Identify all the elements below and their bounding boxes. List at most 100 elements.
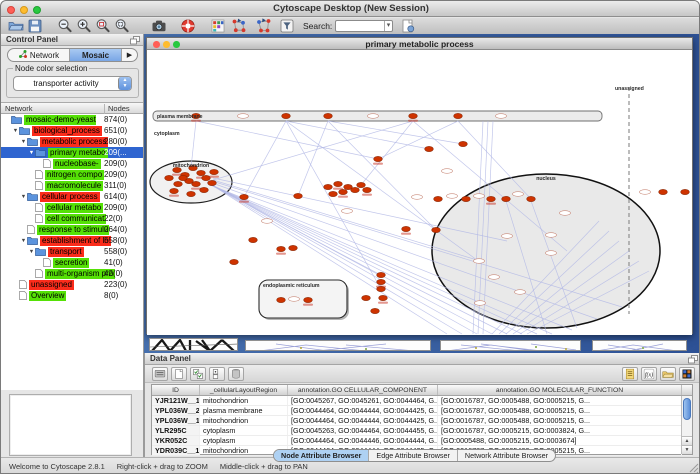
table-cell[interactable]: YPL036W__2 xyxy=(152,406,200,415)
help-icon[interactable] xyxy=(179,19,196,34)
network-view-titlebar[interactable]: primary metabolic process xyxy=(147,38,692,50)
scrollbar-thumb[interactable] xyxy=(683,398,691,420)
tree-row[interactable]: mosaic-demo-yeast874(0) xyxy=(1,114,143,125)
network-graph[interactable]: plasma membranecytoplasmmitochondrionnuc… xyxy=(147,51,692,335)
network-node[interactable] xyxy=(502,196,511,201)
network-node[interactable] xyxy=(377,286,386,291)
network-node[interactable] xyxy=(454,113,463,118)
attribute-matrix-icon[interactable] xyxy=(679,367,695,381)
tree-row[interactable]: unassigned223(0) xyxy=(1,279,143,290)
table-cell[interactable]: [GO:0045267, GO:0045261, GO:0044464, G..… xyxy=(288,396,438,405)
table-cell[interactable]: [GO:0044464, GO:0044444, GO:0044425, G..… xyxy=(288,416,438,425)
delete-attribute-icon[interactable] xyxy=(228,367,244,381)
network-node[interactable] xyxy=(371,308,380,313)
network-node[interactable] xyxy=(659,189,668,194)
network-node-small[interactable] xyxy=(289,297,300,302)
zoom-in-icon[interactable] xyxy=(75,19,92,34)
background-window-2[interactable] xyxy=(245,340,431,351)
network-edge[interactable] xyxy=(328,121,463,144)
network-node[interactable] xyxy=(277,246,286,251)
tree-column-network[interactable]: Network xyxy=(5,104,33,113)
tree-row[interactable]: cell communicat22(0) xyxy=(1,213,143,224)
network-canvas[interactable]: plasma membranecytoplasmmitochondrionnuc… xyxy=(147,51,692,335)
network-edge[interactable] xyxy=(378,121,458,159)
import-attributes-icon[interactable] xyxy=(660,367,676,381)
table-row[interactable]: YPL036W__1mitochondrion[GO:0044464, GO:0… xyxy=(152,416,692,426)
scroll-down-icon[interactable]: ▼ xyxy=(682,445,692,454)
network-node[interactable] xyxy=(230,259,239,264)
network-node[interactable] xyxy=(208,180,217,185)
network-node-small[interactable] xyxy=(474,259,485,264)
network-node[interactable] xyxy=(324,113,333,118)
expand-arrow-icon[interactable]: ▼ xyxy=(20,139,27,145)
tree-row[interactable]: ▼transport558(0) xyxy=(1,246,143,257)
layout-settings-icon[interactable] xyxy=(255,19,272,34)
network-edge[interactable] xyxy=(213,121,413,180)
table-cell[interactable]: [GO:0016787, GO:0005488, GO:0005215, G..… xyxy=(438,396,682,405)
tree-row[interactable]: ▼establishment of lo558(0) xyxy=(1,235,143,246)
network-node-small[interactable] xyxy=(238,114,249,119)
network-node[interactable] xyxy=(459,141,468,146)
tab-network-attribute-browser[interactable]: Network Attribute Browser xyxy=(458,450,555,461)
network-node-small[interactable] xyxy=(262,219,273,224)
network-edge[interactable] xyxy=(328,121,436,230)
open-network-icon[interactable] xyxy=(7,19,24,34)
select-attributes-icon[interactable] xyxy=(190,367,206,381)
network-node[interactable] xyxy=(249,237,258,242)
network-node[interactable] xyxy=(329,191,338,196)
tab-overflow-arrow[interactable]: ▶ xyxy=(122,49,137,61)
network-node[interactable] xyxy=(294,193,303,198)
network-node[interactable] xyxy=(170,188,179,193)
network-node-small[interactable] xyxy=(502,234,513,239)
network-edge[interactable] xyxy=(196,121,378,159)
network-node[interactable] xyxy=(179,175,188,180)
network-node-small[interactable] xyxy=(342,209,353,214)
table-cell[interactable]: mitochondrion xyxy=(200,396,288,405)
search-input[interactable]: ▾ xyxy=(335,20,393,32)
network-tree-header[interactable]: Network Nodes xyxy=(1,103,143,114)
network-node[interactable] xyxy=(432,227,441,232)
tree-row[interactable]: nucleobase-209(0) xyxy=(1,158,143,169)
network-node[interactable] xyxy=(487,196,496,201)
zoom-out-icon[interactable] xyxy=(56,19,73,34)
expand-arrow-icon[interactable]: ▼ xyxy=(12,128,19,134)
save-session-icon[interactable] xyxy=(26,19,43,34)
combo-stepper-icon[interactable]: ▲▼ xyxy=(118,77,131,90)
network-node[interactable] xyxy=(363,187,372,192)
node-color-select[interactable]: transporter activity ▲▼ xyxy=(13,76,132,91)
network-node-small[interactable] xyxy=(474,194,485,199)
tree-row[interactable]: ▼primary metabo209(... xyxy=(1,147,143,158)
network-node[interactable] xyxy=(289,245,298,250)
network-node[interactable] xyxy=(187,191,196,196)
network-node-small[interactable] xyxy=(640,190,651,195)
network-node-small[interactable] xyxy=(546,233,557,238)
network-node[interactable] xyxy=(200,187,209,192)
scroll-up-icon[interactable]: ▲ xyxy=(682,436,692,445)
tree-row[interactable]: ▼cellular process614(0) xyxy=(1,191,143,202)
network-node-small[interactable] xyxy=(515,290,526,295)
table-cell[interactable]: [GO:0016787, GO:0005215, GO:0003824, G..… xyxy=(438,426,682,435)
network-node[interactable] xyxy=(277,297,286,302)
network-node[interactable] xyxy=(357,182,366,187)
column-header[interactable]: ID xyxy=(152,385,200,395)
network-node[interactable] xyxy=(210,169,219,174)
expand-arrow-icon[interactable]: ▼ xyxy=(28,249,35,255)
network-node-small[interactable] xyxy=(412,195,423,200)
unselect-attributes-icon[interactable] xyxy=(209,367,225,381)
network-node[interactable] xyxy=(240,194,249,199)
network-node[interactable] xyxy=(527,196,536,201)
network-node[interactable] xyxy=(334,181,343,186)
modify-attributes-icon[interactable] xyxy=(152,367,168,381)
resize-grip[interactable] xyxy=(689,463,699,473)
tree-row[interactable]: cellular metabo209(0) xyxy=(1,202,143,213)
zoom-selected-icon[interactable] xyxy=(94,19,111,34)
table-row[interactable]: YKR052Ccytoplasm[GO:0044464, GO:0044446,… xyxy=(152,436,692,446)
network-node[interactable] xyxy=(377,272,386,277)
attribute-table-header[interactable]: ID_cellularLayoutRegionannotation.GO CEL… xyxy=(152,385,692,396)
vizmapper-icon[interactable] xyxy=(209,19,226,34)
network-node-small[interactable] xyxy=(546,251,557,256)
table-cell[interactable]: mitochondrion xyxy=(200,416,288,425)
create-attribute-icon[interactable] xyxy=(171,367,187,381)
tree-row[interactable]: nitrogen compo209(0) xyxy=(1,169,143,180)
expand-arrow-icon[interactable]: ▼ xyxy=(20,194,27,200)
